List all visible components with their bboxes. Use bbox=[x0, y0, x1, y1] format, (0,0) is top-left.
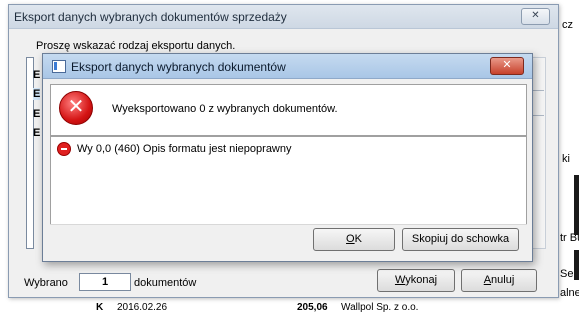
selected-label: Wybrano bbox=[24, 277, 68, 289]
execute-button-label: ykonaj bbox=[405, 274, 438, 286]
ok-button[interactable]: OK bbox=[313, 228, 395, 251]
cancel-button-accel: A bbox=[483, 274, 492, 286]
background-row-k: K bbox=[96, 302, 104, 313]
result-message: Wyeksportowano 0 z wybranych dokumentów. bbox=[112, 103, 338, 115]
execute-button[interactable]: Wykonaj bbox=[377, 269, 455, 292]
cancel-button-label: nuluj bbox=[491, 274, 515, 286]
error-details-list[interactable]: Wy 0,0 (460) Opis formatu jest niepopraw… bbox=[50, 136, 527, 225]
background-row-amount: 205,06 bbox=[297, 302, 328, 313]
divider bbox=[50, 224, 527, 225]
background-row-date: 2016.02.26 bbox=[117, 302, 168, 313]
app-icon bbox=[52, 60, 66, 73]
error-icon: ✕ bbox=[59, 91, 93, 125]
export-type-item-2[interactable]: E bbox=[33, 88, 41, 100]
export-type-item-1[interactable]: E bbox=[33, 69, 40, 81]
copy-to-clipboard-button[interactable]: Skopiuj do schowka bbox=[402, 228, 519, 251]
export-type-item-3[interactable]: E bbox=[33, 108, 40, 120]
export-dialog-close-button[interactable]: ✕ bbox=[521, 8, 550, 25]
background-row-customer: Wallpol Sp. z o.o. bbox=[341, 302, 419, 313]
ok-button-label: K bbox=[354, 233, 362, 245]
export-result-dialog: Eksport danych wybranych dokumentów ✕ ✕ … bbox=[42, 53, 533, 262]
export-dialog-titlebar[interactable]: Eksport danych wybranych dokumentów sprz… bbox=[9, 5, 558, 29]
ok-button-accel: O bbox=[346, 233, 355, 245]
background-fragment-cz: cz bbox=[562, 19, 573, 31]
error-small-icon bbox=[57, 142, 71, 156]
export-dialog-title: Eksport danych wybranych dokumentów sprz… bbox=[14, 10, 287, 24]
close-icon: ✕ bbox=[531, 10, 540, 21]
export-result-title: Eksport danych wybranych dokumentów bbox=[71, 60, 286, 74]
cancel-button[interactable]: Anuluj bbox=[461, 269, 537, 292]
export-type-item-4[interactable]: E bbox=[33, 127, 40, 139]
execute-button-accel: W bbox=[394, 274, 406, 286]
error-detail-item[interactable]: Wy 0,0 (460) Opis formatu jest niepopraw… bbox=[77, 143, 292, 155]
background-fragment-ki: ki bbox=[562, 153, 570, 165]
result-message-area: ✕ Wyeksportowano 0 z wybranych dokumentó… bbox=[50, 84, 527, 136]
background-dark-strip-lower bbox=[574, 250, 579, 280]
selected-count: 1 bbox=[79, 273, 131, 291]
export-type-list[interactable] bbox=[26, 57, 34, 249]
background-fragment-alne: alne bbox=[560, 287, 579, 299]
export-result-close-button[interactable]: ✕ bbox=[490, 57, 524, 75]
background-dark-strip bbox=[574, 175, 579, 235]
export-type-prompt: Proszę wskazać rodzaj eksportu danych. bbox=[36, 40, 236, 52]
selected-suffix: dokumentów bbox=[134, 277, 197, 289]
error-cross-icon: ✕ bbox=[67, 96, 85, 118]
close-icon: ✕ bbox=[502, 59, 512, 71]
export-result-titlebar[interactable]: Eksport danych wybranych dokumentów ✕ bbox=[43, 54, 532, 79]
